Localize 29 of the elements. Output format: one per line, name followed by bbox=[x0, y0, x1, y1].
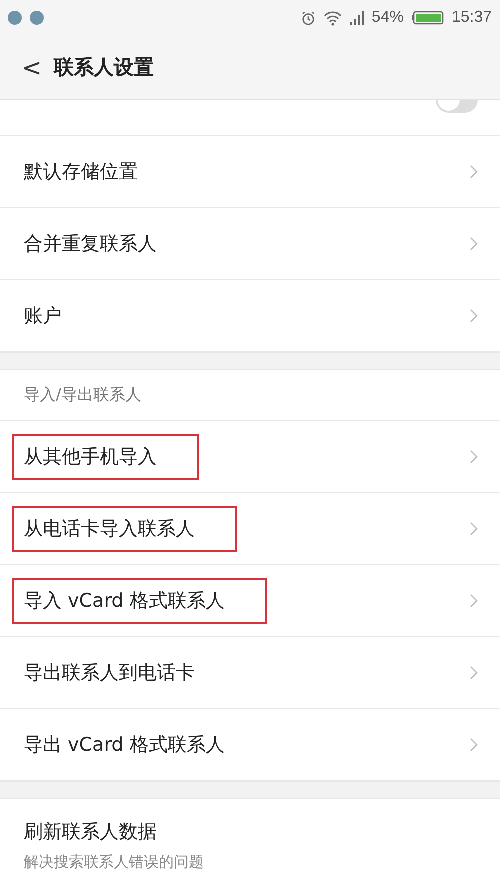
chevron-right-icon bbox=[470, 594, 478, 608]
setting-item[interactable]: 从电话卡导入联系人 bbox=[12, 506, 237, 552]
setting-item[interactable]: 从其他手机导入 bbox=[12, 434, 199, 480]
chevron-right-icon bbox=[470, 450, 478, 464]
battery-icon bbox=[412, 11, 444, 25]
page-title: 联系人设置 bbox=[54, 54, 154, 81]
chevron-right-icon bbox=[470, 164, 478, 178]
setting-item[interactable]: 导出联系人到电话卡 bbox=[12, 650, 237, 696]
notification-icon bbox=[30, 11, 44, 25]
wifi-icon bbox=[324, 10, 342, 26]
back-button[interactable]: < bbox=[18, 54, 46, 82]
setting-item[interactable]: 导入 vCard 格式联系人 bbox=[12, 578, 267, 624]
alarm-icon bbox=[300, 10, 316, 26]
chevron-right-icon bbox=[470, 308, 478, 322]
battery-percentage: 54% bbox=[372, 9, 404, 27]
notification-icon bbox=[8, 11, 22, 25]
signal-icon bbox=[350, 11, 364, 25]
setting-item[interactable]: 刷新联系人数据 bbox=[12, 816, 199, 846]
setting-description: 解决搜索联系人错误的问题 bbox=[24, 852, 204, 872]
chevron-right-icon bbox=[470, 666, 478, 680]
section-header: 导入/导出联系人 bbox=[24, 384, 142, 406]
setting-item[interactable]: 合并重复联系人 bbox=[12, 220, 199, 266]
chevron-right-icon bbox=[470, 236, 478, 250]
chevron-right-icon bbox=[470, 522, 478, 536]
setting-item[interactable]: 默认存储位置 bbox=[12, 148, 180, 194]
chevron-right-icon bbox=[470, 738, 478, 752]
setting-item[interactable]: 导出 vCard 格式联系人 bbox=[12, 722, 267, 768]
setting-item[interactable]: 账户 bbox=[12, 292, 104, 338]
status-time: 15:37 bbox=[452, 9, 492, 27]
